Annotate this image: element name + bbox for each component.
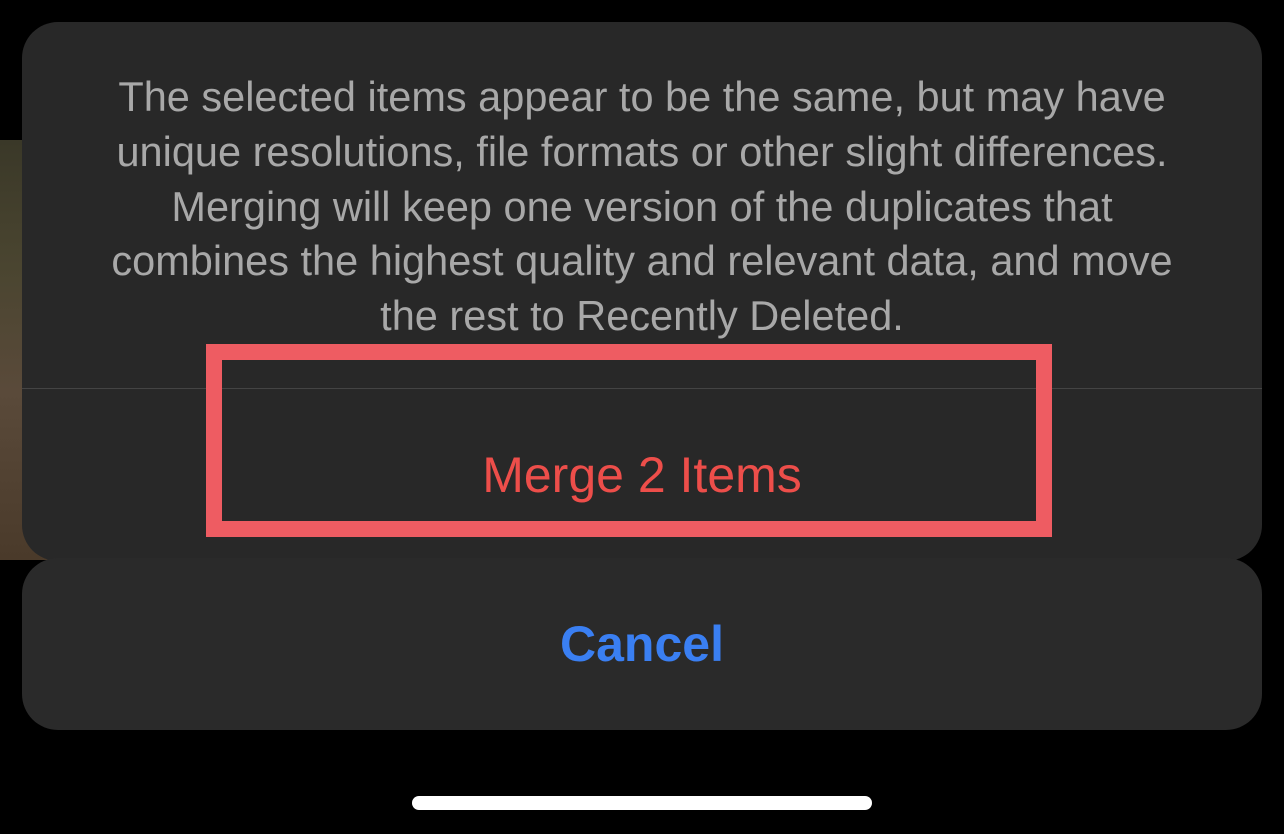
sheet-message: The selected items appear to be the same… — [22, 22, 1262, 388]
merge-action-sheet: The selected items appear to be the same… — [22, 22, 1262, 561]
merge-button-label: Merge 2 Items — [482, 446, 802, 504]
merge-button[interactable]: Merge 2 Items — [22, 389, 1262, 561]
cancel-button[interactable]: Cancel — [22, 558, 1262, 730]
cancel-button-label: Cancel — [560, 615, 724, 673]
home-indicator[interactable] — [412, 796, 872, 810]
